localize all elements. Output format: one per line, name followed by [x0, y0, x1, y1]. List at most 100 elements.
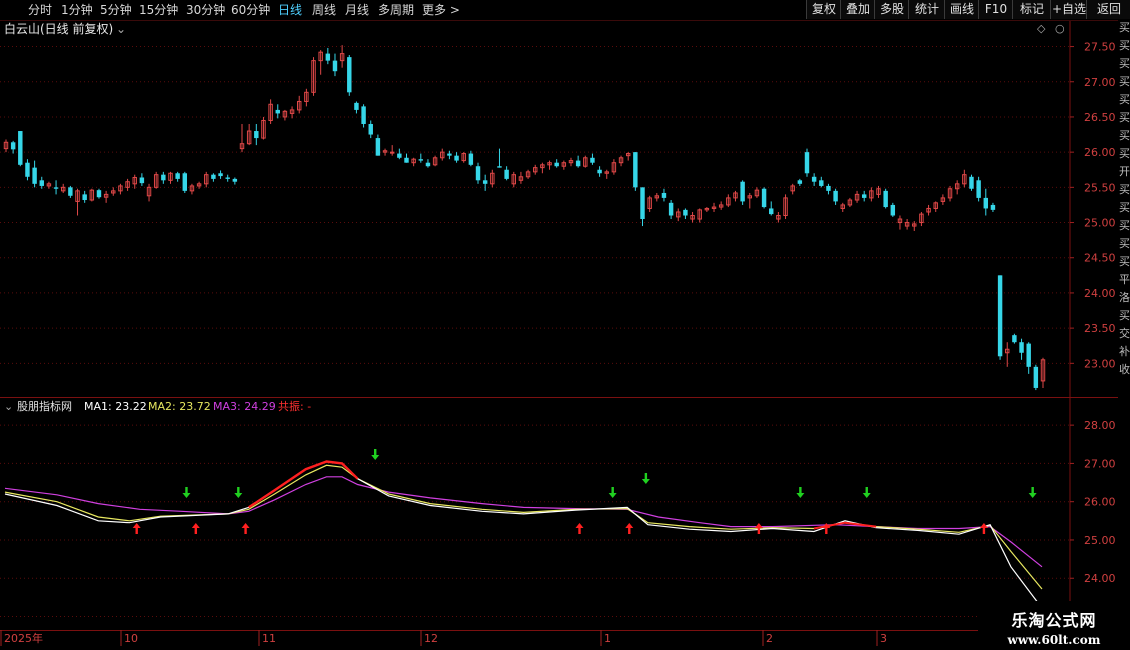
- period-tab-10[interactable]: 更多 >: [422, 0, 460, 20]
- candle-body: [53, 187, 59, 189]
- side-strip-char: 买: [1119, 57, 1130, 70]
- candle-body: [425, 162, 431, 167]
- candle-body: [740, 181, 745, 202]
- buy-signal-arrow: [575, 523, 584, 534]
- candle-body: [18, 131, 23, 165]
- sell-signal-arrow: [608, 487, 617, 498]
- toolbar-action-7[interactable]: +自选: [1050, 0, 1087, 19]
- candle-body: [797, 180, 803, 184]
- side-strip-char: 买: [1119, 111, 1130, 124]
- side-strip-char: 买: [1119, 201, 1130, 214]
- candle-body: [1033, 366, 1039, 388]
- candle-body: [232, 178, 238, 182]
- period-tab-0[interactable]: 分时: [28, 0, 52, 20]
- price-tick-label: 25.50: [1084, 181, 1116, 194]
- candle-body: [218, 173, 223, 177]
- time-tick-label: 2: [766, 632, 773, 645]
- time-tick-label: 10: [124, 632, 138, 645]
- candle-body: [254, 131, 259, 139]
- period-tab-9[interactable]: 多周期: [378, 0, 414, 20]
- toolbar-action-6[interactable]: 标记: [1012, 0, 1051, 19]
- period-tab-5[interactable]: 60分钟: [231, 0, 270, 20]
- side-strip-char: 买: [1119, 39, 1130, 52]
- candle-body: [761, 188, 767, 208]
- candle-body: [633, 152, 638, 188]
- candle-body: [182, 173, 188, 191]
- period-tab-1[interactable]: 1分钟: [61, 0, 93, 20]
- indicator-tick-label: 27.00: [1084, 457, 1116, 470]
- period-tab-6[interactable]: 日线: [278, 0, 302, 20]
- buy-signal-arrow: [625, 523, 634, 534]
- ma3-label: MA3: 24.29: [213, 400, 276, 413]
- price-tick-label: 26.00: [1084, 146, 1116, 159]
- candle-body: [68, 187, 73, 196]
- toolbar-action-8[interactable]: 返回: [1086, 0, 1130, 19]
- time-tick-label: 11: [262, 632, 276, 645]
- candle-body: [668, 202, 674, 216]
- ma2-label: MA2: 23.72: [148, 400, 211, 413]
- candle-body: [332, 60, 338, 72]
- settings-circle-icon[interactable]: ○: [1055, 22, 1065, 36]
- diamond-icon[interactable]: ◇: [1037, 22, 1045, 36]
- toolbar-action-4[interactable]: 画线: [944, 0, 979, 19]
- candle-body: [96, 190, 102, 198]
- period-tab-2[interactable]: 5分钟: [100, 0, 132, 20]
- period-tab-4[interactable]: 30分钟: [186, 0, 225, 20]
- ma1-label: MA1: 23.22: [84, 400, 147, 413]
- sell-signal-arrow: [371, 449, 380, 460]
- side-strip-char: 平: [1119, 273, 1130, 286]
- side-strip-char: 买: [1119, 219, 1130, 232]
- buy-signal-arrow: [241, 523, 250, 534]
- candle-body: [447, 153, 452, 156]
- candle-body: [969, 176, 974, 189]
- indicator-name: 股朋指标网: [17, 400, 72, 413]
- price-tick-label: 27.00: [1084, 76, 1116, 89]
- period-tab-3[interactable]: 15分钟: [139, 0, 178, 20]
- side-strip-char: 买: [1119, 309, 1130, 322]
- toolbar-action-1[interactable]: 叠加: [840, 0, 875, 19]
- sell-signal-arrow: [182, 487, 191, 498]
- sell-signal-arrow: [641, 473, 650, 484]
- ma2-line: [4, 464, 1043, 590]
- side-strip-char: 洛: [1119, 291, 1130, 304]
- price-tick-label: 23.00: [1084, 357, 1116, 370]
- candle-body: [25, 162, 30, 177]
- candle-body: [361, 106, 366, 124]
- sell-signal-arrow: [862, 487, 871, 498]
- toolbar-action-3[interactable]: 统计: [908, 0, 945, 19]
- time-tick-label: 1: [604, 632, 611, 645]
- candle-body: [275, 109, 280, 114]
- candle-body: [39, 180, 44, 186]
- side-strip-char: 买: [1119, 255, 1130, 268]
- candle-body: [883, 190, 888, 208]
- resonance-label: 共振: -: [278, 400, 312, 413]
- candle-body: [454, 155, 459, 161]
- candle-body: [497, 166, 502, 168]
- period-tab-7[interactable]: 周线: [312, 0, 336, 20]
- candle-body: [389, 151, 395, 154]
- price-tick-label: 24.50: [1084, 252, 1116, 265]
- toolbar-action-2[interactable]: 多股: [874, 0, 909, 19]
- candle-body: [683, 209, 688, 216]
- buy-signal-arrow: [979, 523, 988, 534]
- toolbar-action-5[interactable]: F10: [978, 0, 1013, 19]
- time-tick-label: 2025年: [4, 631, 43, 645]
- candle-body: [997, 275, 1003, 357]
- candle-body: [354, 102, 359, 110]
- side-strip-char: 补: [1119, 345, 1130, 358]
- price-tick-label: 26.50: [1084, 111, 1116, 124]
- period-tab-8[interactable]: 月线: [345, 0, 369, 20]
- title-dropdown-icon[interactable]: ⌄: [116, 22, 126, 36]
- buy-signal-arrow: [191, 523, 200, 534]
- chart-canvas[interactable]: 27.50 27.00 26.50 26.00 25.50 25.00 24.50 24.00…: [0, 0, 1130, 650]
- candle-body: [482, 180, 488, 184]
- toolbar-action-0[interactable]: 复权: [806, 0, 841, 19]
- main-chart-title: 白云山(日线 前复权): [4, 22, 114, 36]
- indicator-collapse-icon[interactable]: ⌄: [4, 400, 13, 414]
- candle-body: [404, 157, 409, 163]
- candle-body: [10, 142, 16, 150]
- candle-body: [82, 194, 87, 201]
- price-tick-label: 23.50: [1084, 322, 1116, 335]
- candle-body: [347, 57, 352, 93]
- side-strip-char: 买: [1119, 129, 1130, 142]
